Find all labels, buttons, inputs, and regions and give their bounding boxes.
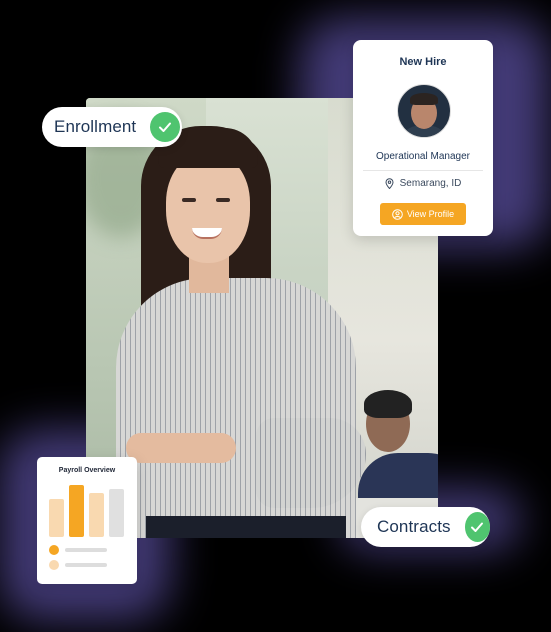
job-role: Operational Manager: [376, 151, 470, 162]
check-icon: [150, 112, 181, 142]
legend-dot: [49, 560, 59, 570]
payroll-title: Payroll Overview: [58, 467, 116, 474]
new-hire-card: New Hire Operational Manager Semarang, I…: [353, 40, 493, 236]
payroll-overview-card: Payroll Overview: [37, 457, 137, 584]
location: Semarang, ID: [353, 178, 493, 189]
contracts-label: Contracts: [377, 517, 451, 536]
new-hire-title: New Hire: [399, 56, 447, 68]
divider: [363, 170, 483, 171]
contracts-badge: Contracts: [361, 507, 490, 547]
legend-placeholder-line: [65, 548, 107, 552]
avatar: [397, 84, 451, 138]
location-text: Semarang, ID: [399, 178, 462, 189]
legend-dot: [49, 545, 59, 555]
payroll-bar: [69, 485, 84, 537]
enrollment-badge: Enrollment: [42, 107, 182, 147]
payroll-bar: [89, 493, 104, 537]
enrollment-label: Enrollment: [54, 117, 137, 136]
view-profile-button[interactable]: View Profile: [380, 203, 466, 225]
user-circle-icon: [392, 208, 403, 220]
location-pin-icon: [385, 178, 394, 189]
payroll-bar: [109, 489, 124, 537]
payroll-bar: [49, 499, 64, 537]
view-profile-label: View Profile: [406, 209, 455, 219]
check-icon: [464, 512, 490, 542]
legend-placeholder-line: [65, 563, 107, 567]
